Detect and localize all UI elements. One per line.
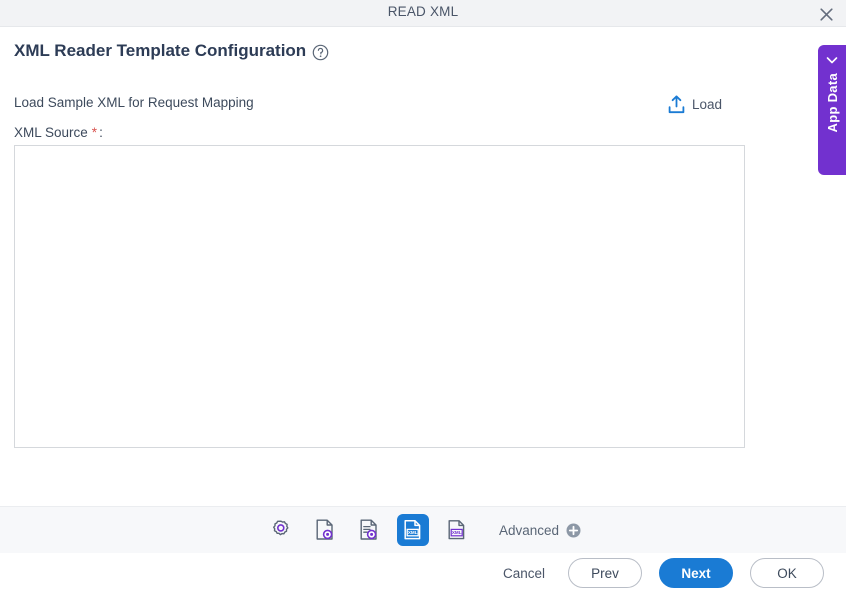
xml-document-icon[interactable]: XML — [396, 514, 429, 546]
ok-button[interactable]: OK — [750, 558, 824, 588]
svg-text:XML: XML — [408, 530, 418, 535]
prev-button[interactable]: Prev — [568, 558, 642, 588]
close-icon[interactable] — [814, 2, 838, 26]
svg-text:XML: XML — [452, 530, 462, 535]
chevron-left-icon — [825, 53, 839, 67]
document-lines-gear-icon[interactable] — [353, 514, 385, 546]
read-xml-dialog: READ XML XML Reader Template Configurati… — [0, 0, 846, 593]
xml-source-input[interactable] — [14, 145, 745, 448]
xml-source-label-text: XML Source — [14, 125, 88, 140]
gear-icon[interactable] — [265, 514, 297, 546]
document-gear-icon[interactable] — [309, 514, 341, 546]
app-data-label: App Data — [824, 73, 840, 133]
cancel-button[interactable]: Cancel — [497, 562, 551, 585]
page-title: XML Reader Template Configuration — [14, 41, 307, 60]
xml-source-label: XML Source *: — [14, 125, 103, 140]
app-data-panel-tab[interactable]: App Data — [818, 45, 846, 175]
next-button[interactable]: Next — [659, 558, 733, 588]
dialog-title: READ XML — [387, 4, 459, 19]
circle-plus-icon — [566, 523, 581, 538]
help-circle-icon[interactable] — [312, 44, 329, 61]
dialog-titlebar: READ XML — [0, 0, 846, 27]
advanced-label: Advanced — [498, 522, 560, 538]
load-button-label: Load — [692, 97, 723, 112]
required-marker: * — [91, 125, 98, 140]
load-button[interactable]: Load — [668, 95, 722, 114]
dialog-footer: Cancel Prev Next OK — [0, 553, 846, 593]
advanced-button[interactable]: Advanced — [499, 523, 581, 538]
label-colon: : — [99, 125, 103, 140]
xml-document-outline-icon[interactable]: XML — [441, 514, 473, 546]
section-label: Load Sample XML for Request Mapping — [14, 95, 254, 110]
bottom-toolbar: XML XML Advanced — [0, 506, 846, 553]
page-heading: XML Reader Template Configuration — [14, 40, 329, 62]
upload-icon — [668, 95, 685, 114]
